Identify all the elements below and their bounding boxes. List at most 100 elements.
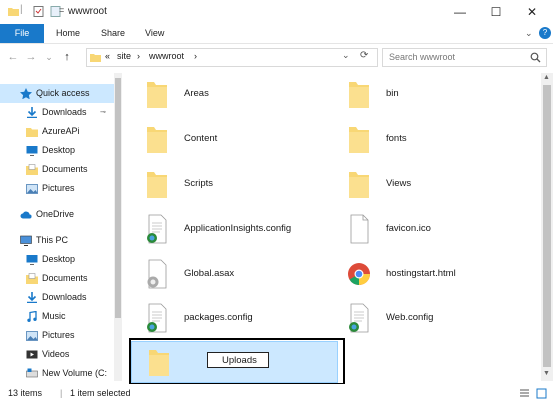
list-item-areas[interactable]: Areas — [146, 75, 326, 115]
sidebar-item-downloads[interactable]: Downloads ⊸ — [0, 103, 122, 122]
list-item-scripts[interactable]: Scripts — [146, 165, 326, 205]
file-name: packages.config — [184, 312, 253, 323]
folder-icon — [147, 127, 167, 153]
folder-icon — [90, 54, 101, 62]
folder-icon — [8, 8, 19, 16]
sidebar-item-pictures[interactable]: Pictures — [0, 179, 122, 198]
tab-file[interactable]: File — [0, 24, 44, 43]
sidebar-item-new-volume-c[interactable]: New Volume (C: — [0, 364, 122, 383]
list-item-web-config[interactable]: Web.config — [348, 299, 528, 339]
sidebar-item-videos[interactable]: Videos — [0, 345, 122, 364]
download-icon — [27, 107, 37, 118]
sidebar-item-label: Desktop — [42, 145, 76, 155]
breadcrumb-site[interactable]: site — [117, 51, 131, 61]
tab-share[interactable]: Share — [101, 24, 125, 43]
folder-icon — [26, 128, 38, 137]
desktop-icon — [26, 255, 38, 265]
file-name: ApplicationInsights.config — [184, 223, 292, 234]
sidebar-item-label: Documents — [42, 164, 88, 174]
pictures-icon — [26, 331, 38, 341]
sidebar-item-label: Quick access — [36, 88, 90, 98]
list-item-applicationinsights-config[interactable]: ApplicationInsights.config — [146, 210, 326, 250]
videos-icon — [26, 350, 38, 359]
sidebar-item-label: Pictures — [42, 330, 75, 340]
file-name: Scripts — [184, 178, 214, 189]
cloud-icon — [20, 211, 32, 219]
file-icon — [349, 303, 369, 333]
list-item-global-asax[interactable]: Global.asax — [146, 255, 326, 295]
item-count: 13 items — [8, 388, 43, 398]
close-button[interactable]: ✕ — [516, 2, 548, 22]
folder-icon — [349, 172, 369, 198]
tab-home[interactable]: Home — [56, 24, 80, 43]
scroll-up-icon[interactable]: ▲ — [543, 74, 550, 81]
file-name: Global.asax — [184, 268, 235, 279]
file-icon — [147, 259, 167, 289]
sidebar-item-desktop[interactable]: Desktop — [0, 250, 122, 269]
back-button[interactable]: ← — [6, 50, 20, 64]
search-input[interactable]: Search wwwroot — [389, 52, 455, 62]
breadcrumb-wwwroot[interactable]: wwwroot — [149, 51, 184, 61]
file-icon — [350, 214, 369, 244]
file-list-scrollbar-thumb[interactable] — [543, 85, 551, 367]
address-bar[interactable]: « site › wwwroot › ⌄ ⟳ — [86, 48, 378, 67]
sidebar-item-label: Videos — [42, 349, 70, 359]
sidebar-item-onedrive[interactable]: OneDrive — [0, 205, 122, 224]
sidebar-item-documents[interactable]: Documents — [0, 160, 122, 179]
sidebar-item-this-pc[interactable]: This PC — [0, 231, 122, 250]
sidebar-item-quick-access[interactable]: Quick access — [0, 84, 122, 103]
file-name: Web.config — [386, 312, 434, 323]
list-item-views[interactable]: Views — [348, 165, 528, 205]
pin-icon[interactable]: ⊸ — [100, 103, 106, 122]
tab-view[interactable]: View — [145, 24, 164, 43]
large-icons-view-icon[interactable] — [536, 388, 547, 399]
sidebar-item-pictures[interactable]: Pictures — [0, 326, 122, 345]
file-icon — [147, 303, 167, 333]
list-item-fonts[interactable]: fonts — [348, 120, 528, 160]
forward-button[interactable]: → — [24, 50, 38, 64]
documents-icon — [26, 164, 38, 175]
documents-icon — [26, 273, 38, 284]
sidebar-item-desktop[interactable]: Desktop — [0, 141, 122, 160]
breadcrumb-separator[interactable]: › — [194, 51, 197, 61]
list-item-hostingstart-html[interactable]: hostingstart.html — [348, 255, 528, 295]
music-icon — [27, 311, 37, 322]
folder-icon — [147, 172, 167, 198]
sidebar-item-label: Documents — [42, 273, 88, 283]
scroll-down-icon[interactable]: ▼ — [543, 370, 550, 377]
file-name: Areas — [184, 88, 209, 99]
properties-icon[interactable] — [33, 6, 44, 17]
list-item-content[interactable]: Content — [146, 120, 326, 160]
up-button[interactable]: ↑ — [60, 50, 74, 64]
help-icon[interactable]: ? — [539, 27, 551, 39]
breadcrumb-separator[interactable]: › — [137, 51, 140, 61]
details-view-icon[interactable] — [519, 388, 530, 399]
search-box[interactable]: Search wwwroot — [382, 48, 547, 67]
sidebar-item-documents[interactable]: Documents — [0, 269, 122, 288]
recent-locations-icon[interactable]: ⌄ — [42, 50, 56, 64]
breadcrumb-overflow[interactable]: « — [105, 51, 110, 61]
maximize-button[interactable]: ☐ — [480, 2, 512, 22]
status-separator: | — [60, 388, 63, 398]
list-item-packages-config[interactable]: packages.config — [146, 299, 326, 339]
refresh-icon[interactable]: ⟳ — [360, 50, 368, 61]
file-name: bin — [386, 88, 399, 99]
status-bar: 13 items | 1 item selected — [0, 384, 553, 403]
file-name: favicon.ico — [386, 223, 431, 234]
sidebar-item-label: This PC — [36, 235, 69, 245]
sidebar-item-label: Music — [42, 311, 66, 321]
sidebar-item-downloads[interactable]: Downloads — [0, 288, 122, 307]
rename-field[interactable]: Uploads — [207, 352, 269, 368]
sidebar-item-azureapi[interactable]: AzureAPi — [0, 122, 122, 141]
sidebar-item-music[interactable]: Music — [0, 307, 122, 326]
quick-access-toolbar-dropdown[interactable]: = — [59, 5, 64, 15]
file-name: Content — [184, 133, 218, 144]
folder-icon — [349, 127, 369, 153]
address-dropdown-icon[interactable]: ⌄ — [342, 50, 350, 61]
folder-icon — [147, 82, 167, 108]
minimize-button[interactable]: — — [444, 2, 476, 22]
list-item-bin[interactable]: bin — [348, 75, 528, 115]
list-item-favicon-ico[interactable]: favicon.ico — [348, 210, 528, 250]
nav-scrollbar-thumb[interactable] — [115, 78, 121, 318]
ribbon-expand-icon[interactable]: ⌄ — [525, 24, 533, 43]
